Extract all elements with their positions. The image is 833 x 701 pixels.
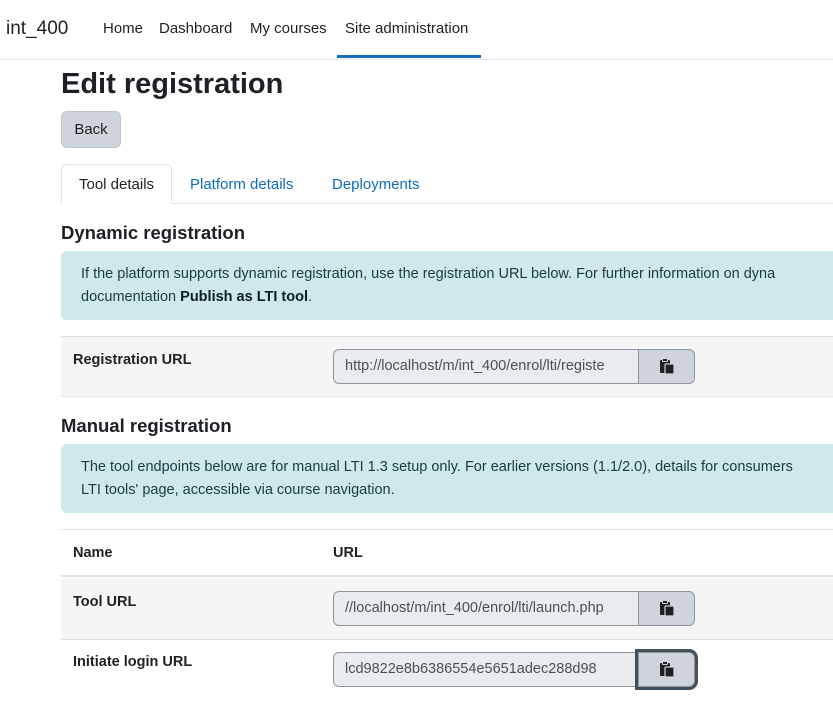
nav-site-administration[interactable]: Site administration (345, 20, 468, 37)
alert-text-line2: documentation Publish as LTI tool. (81, 286, 831, 309)
registration-url-field[interactable]: http://localhost/m/int_400/enrol/lti/reg… (333, 349, 638, 384)
endpoints-table-header: Name URL (61, 529, 833, 577)
dynamic-registration-info-alert: If the platform supports dynamic registr… (61, 251, 833, 320)
back-button[interactable]: Back (61, 111, 121, 148)
dynamic-registration-heading: Dynamic registration (61, 222, 246, 243)
registration-url-label: Registration URL (73, 352, 192, 368)
copy-to-clipboard-icon (659, 358, 675, 375)
tab-tool-details[interactable]: Tool details (61, 164, 173, 204)
manual-alert-line1: The tool endpoints below are for manual … (81, 459, 793, 475)
alert-text-prefix: documentation (81, 289, 181, 305)
nav-dashboard[interactable]: Dashboard (159, 20, 232, 37)
copy-initiate-login-url-button[interactable] (638, 652, 695, 687)
tool-url-label: Tool URL (73, 594, 137, 610)
copy-to-clipboard-icon (659, 600, 675, 617)
tab-deployments[interactable]: Deployments (315, 164, 437, 204)
top-navbar: int_400 Home Dashboard My courses Site a… (0, 0, 833, 60)
nav-my-courses[interactable]: My courses (250, 20, 327, 37)
manual-alert-line2: LTI tools' page, accessible via course n… (81, 482, 395, 498)
site-brand[interactable]: int_400 (6, 18, 68, 40)
tab-platform-details[interactable]: Platform details (173, 164, 310, 204)
tool-url-field[interactable]: //localhost/m/int_400/enrol/lti/launch.p… (333, 591, 638, 626)
publish-as-lti-tool-link[interactable]: Publish as LTI tool (180, 289, 308, 305)
column-name-header: Name (73, 545, 113, 561)
tool-url-group: //localhost/m/int_400/enrol/lti/launch.p… (333, 591, 695, 626)
alert-text-line1: If the platform supports dynamic registr… (81, 266, 776, 282)
column-url-header: URL (333, 545, 363, 561)
page-title: Edit registration (61, 68, 284, 100)
copy-tool-url-button[interactable] (638, 591, 695, 626)
copy-registration-url-button[interactable] (638, 349, 695, 384)
alert-text-suffix: . (307, 289, 313, 305)
copy-to-clipboard-icon (659, 661, 675, 678)
manual-registration-heading: Manual registration (61, 415, 232, 436)
nav-active-indicator (337, 55, 481, 58)
initiate-login-url-label: Initiate login URL (73, 654, 193, 670)
initiate-login-url-group: lcd9822e8b6386554e5651adec288d98 (333, 652, 695, 687)
registration-url-group: http://localhost/m/int_400/enrol/lti/reg… (333, 349, 695, 384)
initiate-login-url-field[interactable]: lcd9822e8b6386554e5651adec288d98 (333, 652, 638, 687)
manual-registration-info-alert: The tool endpoints below are for manual … (61, 444, 833, 513)
nav-home[interactable]: Home (103, 20, 143, 37)
